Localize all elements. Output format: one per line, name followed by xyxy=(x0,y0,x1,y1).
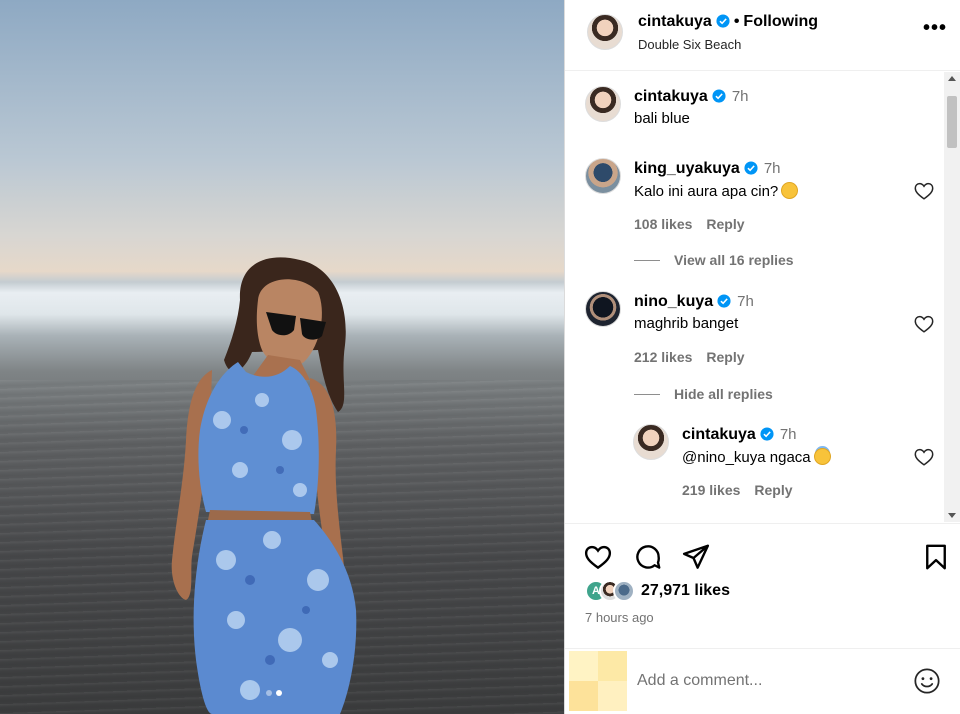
comment-username[interactable]: nino_kuya xyxy=(634,293,713,310)
caption-text: bali blue xyxy=(634,110,690,127)
add-comment-bar xyxy=(565,648,960,714)
post-actions: A 27,971 likes 7 hours ago xyxy=(565,523,960,643)
scroll-down-icon[interactable] xyxy=(948,513,956,518)
following-button[interactable]: Following xyxy=(743,13,818,30)
reply-time[interactable]: 7h xyxy=(780,426,797,443)
author-avatar[interactable] xyxy=(587,14,623,50)
smile-icon[interactable] xyxy=(913,667,941,695)
reply-avatar[interactable] xyxy=(633,424,669,460)
comment-meta: 212 likes Reply xyxy=(634,349,745,365)
hide-replies-label[interactable]: Hide all replies xyxy=(674,386,773,402)
reply-text: @nino_kuya ngaca xyxy=(682,449,811,466)
liker-avatar[interactable] xyxy=(613,580,635,602)
reply-meta: 219 likes Reply xyxy=(682,482,793,498)
comment-time[interactable]: 7h xyxy=(764,160,781,177)
comment-likes[interactable]: 108 likes xyxy=(634,216,692,232)
carousel-dot-active[interactable] xyxy=(276,690,282,696)
comment-text: Kalo ini aura apa cin? xyxy=(634,183,779,200)
comment-text-row: Kalo ini aura apa cin? xyxy=(634,182,799,200)
laughing-emoji-icon xyxy=(781,182,799,199)
verified-icon xyxy=(717,294,731,308)
caption-time[interactable]: 7h xyxy=(732,88,749,105)
caption-username[interactable]: cintakuya xyxy=(634,88,708,105)
post-location[interactable]: Double Six Beach xyxy=(638,37,741,52)
comment-header: king_uyakuya 7h xyxy=(634,160,781,178)
comment-likes[interactable]: 212 likes xyxy=(634,349,692,365)
caption-header: cintakuya 7h xyxy=(634,88,749,106)
comments-list[interactable]: cintakuya 7h bali blue king_uyakuya 7h Kal… xyxy=(565,72,945,522)
commenter-avatar[interactable] xyxy=(585,291,621,327)
verified-icon xyxy=(716,14,730,28)
comment-meta: 108 likes Reply xyxy=(634,216,745,232)
heart-icon[interactable] xyxy=(913,180,935,202)
more-icon[interactable]: ••• xyxy=(923,17,947,40)
comment-item: nino_kuya 7h maghrib banget 212 likes Repl… xyxy=(585,291,935,371)
reply-header: cintakuya 7h xyxy=(682,426,797,444)
comment-icon[interactable] xyxy=(633,542,663,572)
reply-button[interactable]: Reply xyxy=(706,216,744,232)
thread-line xyxy=(634,259,660,261)
comment-text: maghrib banget xyxy=(634,315,739,332)
heart-icon[interactable] xyxy=(583,542,613,572)
comment-header: nino_kuya 7h xyxy=(634,293,754,311)
comments-scrollbar[interactable] xyxy=(944,72,960,522)
view-replies-label[interactable]: View all 16 replies xyxy=(674,252,794,268)
view-replies-button[interactable]: View all 16 replies xyxy=(634,252,794,268)
comment-input[interactable] xyxy=(637,669,897,693)
verified-icon xyxy=(744,161,758,175)
separator-dot: • xyxy=(733,13,740,30)
post-header: cintakuya • Following Double Six Beach ••• xyxy=(565,0,960,71)
scroll-thumb[interactable] xyxy=(947,96,957,148)
carousel-dots[interactable] xyxy=(266,690,282,696)
commenter-avatar[interactable] xyxy=(585,158,621,194)
heart-icon[interactable] xyxy=(913,446,935,468)
reply-button[interactable]: Reply xyxy=(754,482,792,498)
thread-line xyxy=(634,393,660,395)
reply-text-row: @nino_kuya ngaca xyxy=(682,448,831,466)
post-photo[interactable] xyxy=(0,0,564,714)
comment-item: king_uyakuya 7h Kalo ini aura apa cin? 10… xyxy=(585,158,935,238)
reply-item: cintakuya 7h @nino_kuya ngaca 219 likes Re… xyxy=(633,424,935,504)
verified-icon xyxy=(760,427,774,441)
woman-figure xyxy=(171,257,357,714)
comment-username[interactable]: king_uyakuya xyxy=(634,160,740,177)
comment-time[interactable]: 7h xyxy=(737,293,754,310)
reply-likes[interactable]: 219 likes xyxy=(682,482,740,498)
post-panel: cintakuya • Following Double Six Beach •••… xyxy=(564,0,960,714)
header-user-line: cintakuya • Following xyxy=(638,13,818,31)
bookmark-icon[interactable] xyxy=(921,542,951,572)
likes-row: A 27,971 likes xyxy=(585,580,730,602)
post-time-ago[interactable]: 7 hours ago xyxy=(585,610,654,625)
author-username[interactable]: cintakuya xyxy=(638,13,712,30)
hide-replies-button[interactable]: Hide all replies xyxy=(634,386,773,402)
verified-icon xyxy=(712,89,726,103)
author-avatar[interactable] xyxy=(585,86,621,122)
heart-icon[interactable] xyxy=(913,313,935,335)
likes-count[interactable]: 27,971 likes xyxy=(641,582,730,600)
emoji-tile xyxy=(569,651,627,711)
carousel-dot[interactable] xyxy=(266,690,272,696)
halo-face-emoji-icon xyxy=(813,448,831,465)
reply-username[interactable]: cintakuya xyxy=(682,426,756,443)
scroll-up-icon[interactable] xyxy=(948,76,956,81)
reply-button[interactable]: Reply xyxy=(706,349,744,365)
share-icon[interactable] xyxy=(681,542,711,572)
